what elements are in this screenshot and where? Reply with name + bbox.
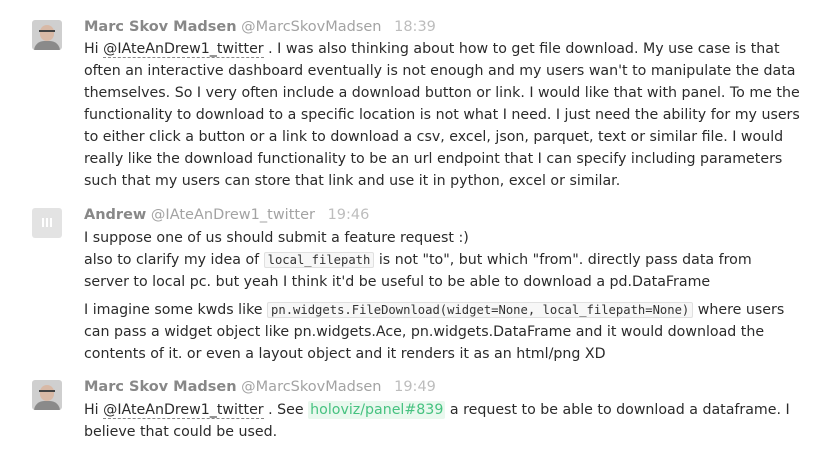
user-photo-avatar[interactable] xyxy=(32,380,62,410)
message-paragraph: I imagine some kwds like pn.widgets.File… xyxy=(84,299,800,365)
message-text: also to clarify my idea of xyxy=(84,252,264,268)
message-body: I suppose one of us should submit a feat… xyxy=(84,227,800,365)
author-name[interactable]: Marc Skov Madsen xyxy=(84,379,237,395)
identicon-avatar[interactable] xyxy=(32,208,62,238)
chat-message-list: Marc Skov Madsen @MarcSkovMadsen 18:39 H… xyxy=(0,0,818,451)
message-body: Hi @IAteAnDrew1_twitter . See holoviz/pa… xyxy=(84,399,800,443)
author-name[interactable]: Andrew xyxy=(84,207,146,223)
message-header: Andrew @IAteAnDrew1_twitter 19:46 xyxy=(84,205,369,225)
message-timestamp[interactable]: 19:49 xyxy=(394,379,436,395)
message-body: Hi @IAteAnDrew1_twitter . I was also thi… xyxy=(84,38,800,192)
inline-code: pn.widgets.FileDownload(widget=None, loc… xyxy=(267,302,694,318)
author-handle[interactable]: @MarcSkovMadsen xyxy=(241,379,381,395)
message-text: I imagine some kwds like xyxy=(84,302,268,318)
message-timestamp[interactable]: 18:39 xyxy=(394,19,436,35)
message-text: . I was also thinking about how to get f… xyxy=(84,41,800,189)
message-paragraph: Hi @IAteAnDrew1_twitter . I was also thi… xyxy=(84,38,800,192)
message-text: I suppose one of us should submit a feat… xyxy=(84,230,469,246)
message-text: . See xyxy=(263,402,309,418)
user-mention[interactable]: @IAteAnDrew1_twitter xyxy=(103,41,264,58)
issue-link[interactable]: holoviz/panel#839 xyxy=(308,401,446,419)
inline-code: local_filepath xyxy=(263,252,375,268)
author-name[interactable]: Marc Skov Madsen xyxy=(84,19,237,35)
message-text: Hi xyxy=(84,41,104,57)
message-timestamp[interactable]: 19:46 xyxy=(328,207,370,223)
author-handle[interactable]: @IAteAnDrew1_twitter xyxy=(151,207,315,223)
author-handle[interactable]: @MarcSkovMadsen xyxy=(241,19,381,35)
user-photo-avatar[interactable] xyxy=(32,20,62,50)
message-text: Hi xyxy=(84,402,104,418)
message-paragraph: Hi @IAteAnDrew1_twitter . See holoviz/pa… xyxy=(84,399,800,443)
message-paragraph: I suppose one of us should submit a feat… xyxy=(84,227,800,293)
user-mention[interactable]: @IAteAnDrew1_twitter xyxy=(103,402,264,419)
message-header: Marc Skov Madsen @MarcSkovMadsen 18:39 xyxy=(84,17,436,37)
message-header: Marc Skov Madsen @MarcSkovMadsen 19:49 xyxy=(84,377,436,397)
